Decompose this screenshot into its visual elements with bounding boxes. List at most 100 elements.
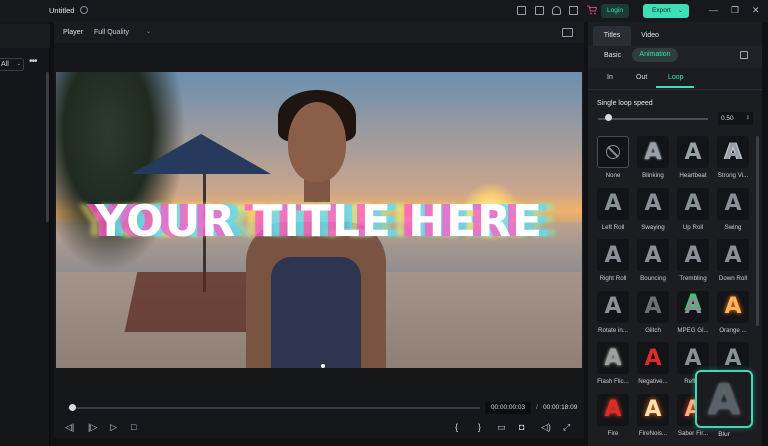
preset-thumbnail[interactable]: A: [717, 187, 749, 220]
login-button[interactable]: Login: [601, 4, 629, 18]
progress-track[interactable]: [68, 407, 480, 409]
preset-label: Swaying: [641, 223, 665, 231]
preset-label: Flash Flic...: [597, 378, 629, 385]
preset-fire[interactable]: A Fire: [593, 393, 633, 446]
cloud-upload-icon[interactable]: [552, 6, 561, 15]
preset-blinking[interactable]: A Blinking: [633, 136, 673, 188]
preset-firenois[interactable]: A FireNois...: [633, 393, 673, 446]
fullscreen-icon[interactable]: ⤢: [563, 422, 570, 433]
tab-titles[interactable]: Titles: [593, 26, 631, 46]
preset-rotate-in[interactable]: A Rotate in...: [593, 290, 633, 343]
anim-tab-in[interactable]: In: [607, 74, 613, 81]
right-roll-icon: A: [604, 242, 622, 268]
preset-heartbeat[interactable]: A Heartbeat: [673, 136, 713, 188]
scrollbar[interactable]: [46, 72, 49, 222]
preset-bouncing[interactable]: A Bouncing: [633, 239, 673, 291]
maximize-icon[interactable]: ❐: [731, 5, 739, 16]
close-icon[interactable]: ✕: [752, 5, 760, 16]
display-icon[interactable]: ▭: [497, 422, 506, 433]
preset-thumbnail[interactable]: A: [637, 239, 669, 271]
orange-glow-icon: A: [724, 294, 742, 319]
preset-thumbnail[interactable]: A: [637, 136, 669, 168]
preset-glitch[interactable]: A Glitch: [633, 290, 673, 343]
mark-in-icon[interactable]: {: [455, 422, 458, 432]
spinner-icon[interactable]: ⇕: [746, 112, 750, 125]
preset-swing[interactable]: A Swing: [713, 187, 753, 240]
preset-trembling[interactable]: A Trembling: [673, 239, 713, 291]
preset-label: Swing: [724, 223, 742, 231]
title-overlay[interactable]: YOUR TITLE HERE: [56, 196, 582, 247]
preset-label: Right Roll: [599, 275, 627, 282]
preset-thumbnail[interactable]: A: [677, 239, 709, 271]
preset-thumbnail[interactable]: A: [597, 342, 629, 374]
preset-down-roll[interactable]: A Down Roll: [713, 239, 753, 291]
filter-dropdown[interactable]: All ⌄: [0, 58, 24, 71]
more-options-icon[interactable]: •••: [29, 56, 37, 67]
stop-icon[interactable]: □: [131, 422, 136, 432]
speed-input[interactable]: 0.50 ⇕: [718, 112, 753, 125]
current-time: 00:00:00:03: [485, 402, 531, 414]
preset-thumbnail[interactable]: A: [717, 239, 749, 271]
preset-thumbnail[interactable]: A: [637, 290, 669, 323]
preset-thumbnail[interactable]: [597, 136, 629, 168]
previous-frame-icon[interactable]: ◁|: [65, 422, 74, 433]
preset-label: Rotate in...: [598, 326, 628, 334]
snapshot-icon[interactable]: [562, 28, 573, 37]
cloud-sync-icon[interactable]: [80, 6, 88, 14]
preset-thumbnail[interactable]: A: [597, 290, 629, 323]
glitch-icon: A: [644, 294, 662, 319]
transform-handle[interactable]: [321, 364, 325, 368]
preset-thumbnail[interactable]: A: [637, 187, 669, 220]
preset-up-roll[interactable]: A Up Roll: [673, 187, 713, 240]
video-preview[interactable]: YOUR TITLE HERE: [56, 72, 582, 368]
preset-negative[interactable]: A Negative...: [633, 342, 673, 394]
camera-icon[interactable]: ◘: [519, 422, 524, 432]
quality-dropdown[interactable]: Full Quality: [94, 29, 129, 36]
preset-orange[interactable]: A Orange ...: [713, 290, 753, 343]
tab-video[interactable]: Video: [631, 26, 669, 46]
apps-grid-icon[interactable]: [569, 6, 578, 15]
preset-flash-flic[interactable]: A Flash Flic...: [593, 342, 633, 394]
subtab-basic[interactable]: Basic: [604, 52, 621, 59]
volume-icon[interactable]: ◁): [541, 422, 551, 433]
preset-thumbnail[interactable]: A: [637, 393, 669, 426]
preset-right-roll[interactable]: A Right Roll: [593, 239, 633, 291]
preset-thumbnail[interactable]: A: [597, 239, 629, 271]
strong-vibration-icon: A: [724, 139, 742, 165]
speed-slider[interactable]: [598, 118, 708, 120]
save-preset-icon[interactable]: [740, 51, 748, 59]
export-button[interactable]: Export ⌄: [643, 4, 689, 18]
preset-label: Negative...: [638, 378, 668, 385]
preset-thumbnail[interactable]: A: [717, 290, 749, 323]
preset-thumbnail[interactable]: A: [717, 136, 749, 168]
mark-out-icon[interactable]: }: [478, 422, 481, 432]
blur-preset-preview[interactable]: A: [695, 370, 753, 428]
anim-tab-loop[interactable]: Loop: [668, 74, 684, 81]
chevron-down-icon[interactable]: ⌄: [678, 4, 683, 18]
preset-swaying[interactable]: A Swaying: [633, 187, 673, 240]
preset-thumbnail[interactable]: A: [597, 393, 629, 426]
play-icon[interactable]: ▷: [110, 422, 117, 433]
save-icon[interactable]: [535, 6, 544, 15]
speed-label: Single loop speed: [597, 100, 653, 107]
cart-icon[interactable]: [587, 5, 597, 15]
mpeg-glitch-icon: A: [684, 294, 702, 319]
scrollbar[interactable]: [756, 136, 759, 326]
preset-thumbnail[interactable]: A: [637, 342, 669, 374]
preset-left-roll[interactable]: A Left Roll: [593, 187, 633, 240]
time-separator: /: [536, 404, 538, 411]
speed-slider-knob[interactable]: [605, 114, 612, 121]
chevron-down-icon[interactable]: ⌄: [146, 28, 151, 35]
minimize-icon[interactable]: —: [709, 5, 718, 15]
layout-icon[interactable]: [517, 6, 526, 15]
preset-none[interactable]: None: [593, 136, 633, 188]
preset-thumbnail[interactable]: A: [677, 290, 709, 323]
subtab-animation[interactable]: Animation: [632, 48, 678, 62]
play-back-icon[interactable]: |▷: [88, 422, 97, 433]
preset-thumbnail[interactable]: A: [677, 136, 709, 168]
preset-strong-vi[interactable]: A Strong Vi...: [713, 136, 753, 188]
preset-mpeg-gl[interactable]: A MPEG Gl...: [673, 290, 713, 343]
preset-thumbnail[interactable]: A: [597, 187, 629, 220]
preset-thumbnail[interactable]: A: [677, 187, 709, 220]
anim-tab-out[interactable]: Out: [636, 74, 647, 81]
